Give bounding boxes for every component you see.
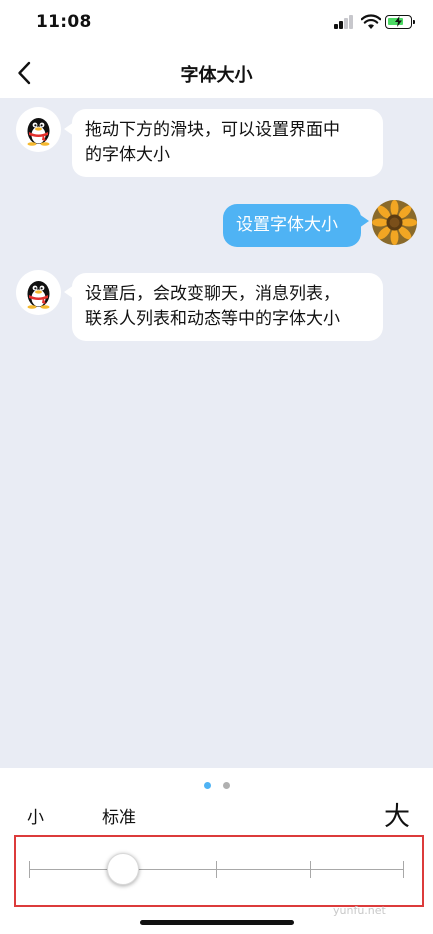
status-bar: 11:08 [0,0,433,48]
penguin-icon [27,281,50,309]
label-standard: 标准 [102,808,136,828]
font-size-panel: 小 标准 大 yunfu.net [0,768,433,934]
message-line: 设置后，会改变聊天，消息列表， [85,284,340,304]
font-size-slider[interactable] [14,835,424,907]
watermark: yunfu.net [333,904,386,917]
message-line: 设置字体大小 [236,215,338,235]
slider-tick[interactable] [29,861,30,878]
sunflower-avatar [372,200,417,245]
slider-thumb[interactable] [106,853,139,885]
label-large: 大 [384,802,411,832]
message-line: 的字体大小 [85,145,170,165]
penguin-icon [27,118,50,146]
battery-icon [385,15,415,29]
cellular-signal-icon [334,15,354,29]
slider-tick[interactable] [403,861,404,878]
message-line: 拖动下方的滑块，可以设置界面中 [85,120,340,140]
slider-tick[interactable] [309,861,311,878]
wifi-icon [361,14,381,29]
page-indicator [0,774,433,789]
home-indicator[interactable] [140,920,294,925]
message-line: 联系人列表和动态等中的字体大小 [85,309,340,329]
message-bubble: 拖动下方的滑块，可以设置界面中 的字体大小 [72,109,383,177]
nav-bar: 字体大小 [0,48,433,98]
message-bubble: 设置后，会改变聊天，消息列表， 联系人列表和动态等中的字体大小 [72,273,383,341]
bubble-tail [359,214,369,228]
slider-tick[interactable] [216,861,217,878]
page-title: 字体大小 [180,65,253,86]
qq-penguin-avatar [16,270,61,315]
label-small: 小 [27,808,44,828]
message-bubble-self: 设置字体大小 [223,204,361,247]
sunflower-icon [372,200,417,245]
status-time: 11:08 [36,12,92,32]
chat-preview: 拖动下方的滑块，可以设置界面中 的字体大小 设置字体大小 设置后，会改变聊天，消… [0,98,433,768]
page-dot [203,782,211,789]
qq-penguin-avatar [16,107,61,152]
page-dot [222,782,230,789]
